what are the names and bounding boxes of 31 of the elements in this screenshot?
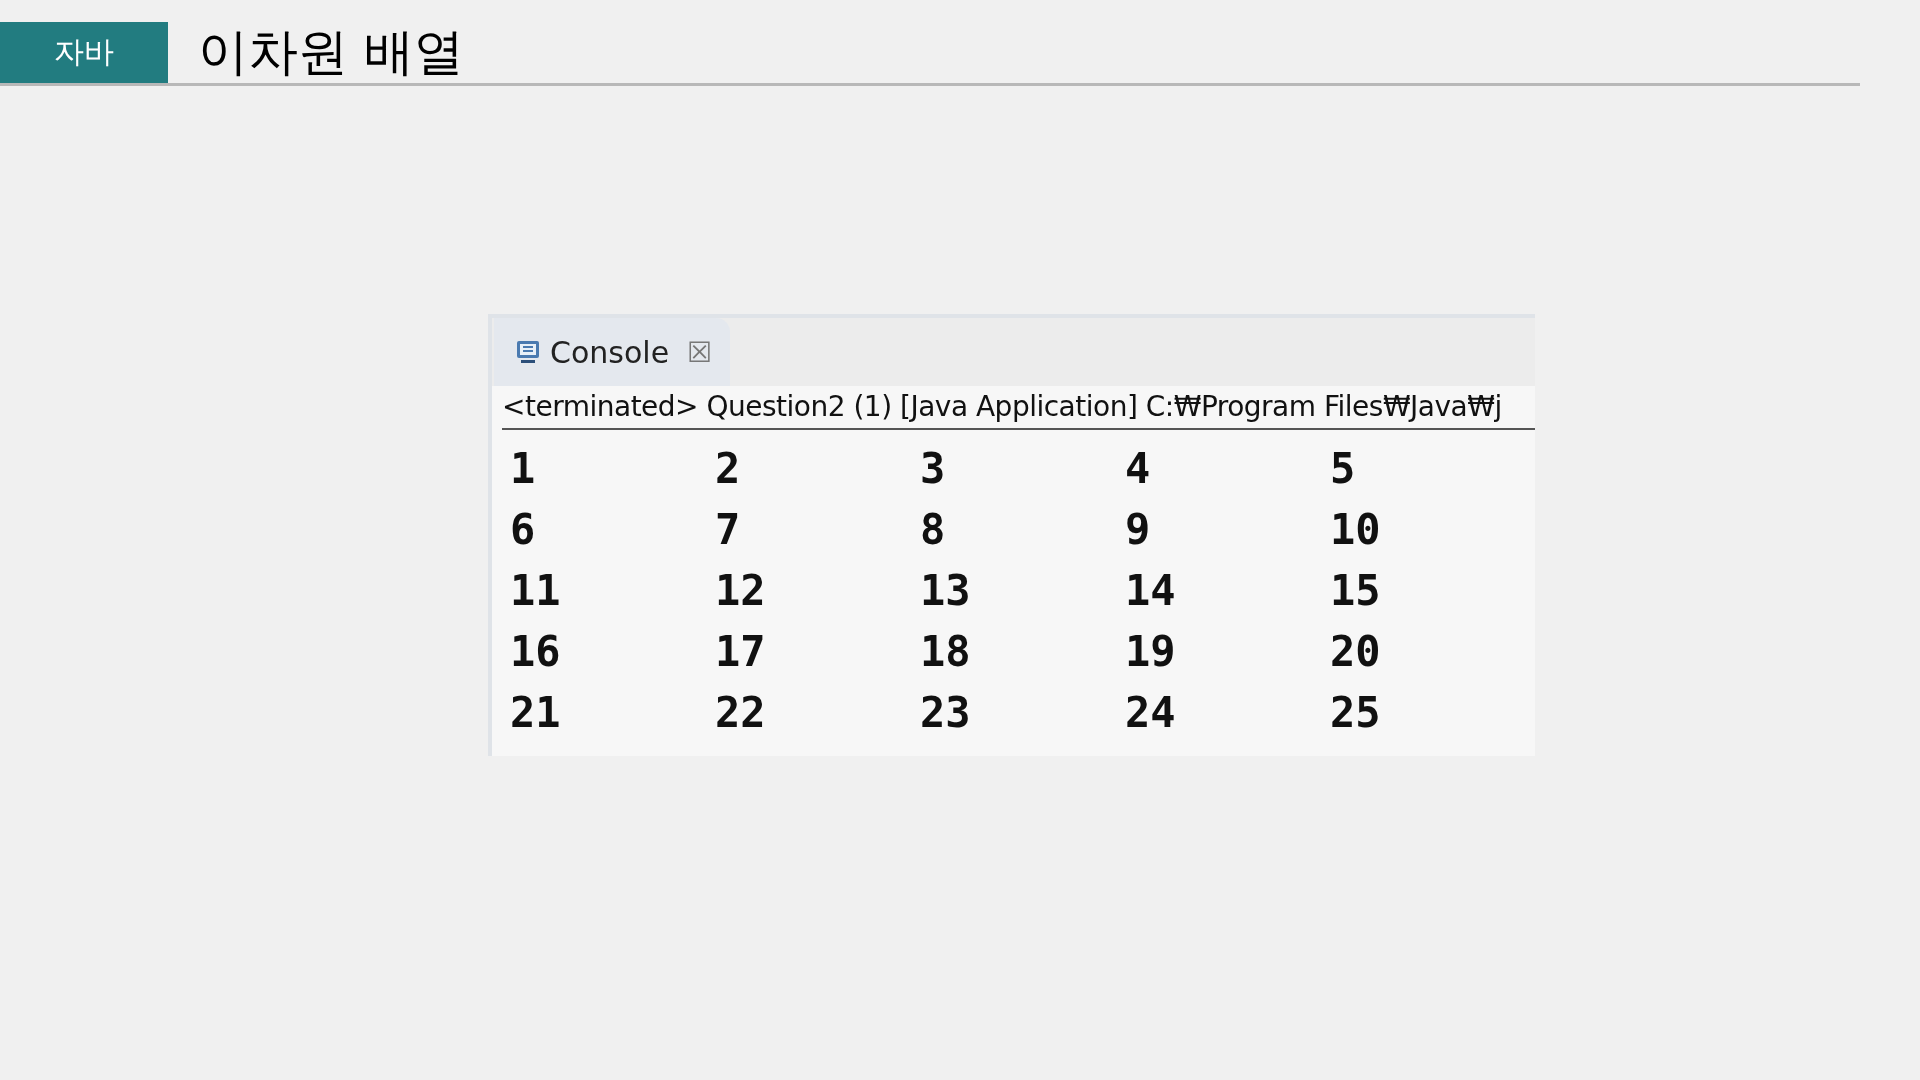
output-number: 17	[715, 627, 767, 676]
output-number: 6	[510, 505, 537, 554]
output-number: 13	[920, 566, 972, 615]
status-line: <terminated> Question2 (1) [Java Application] C:₩Program Files₩Java₩j	[502, 386, 1535, 430]
output-number: 5	[1330, 444, 1357, 493]
output-number: 23	[920, 688, 972, 737]
output-number: 25	[1330, 688, 1382, 737]
monitor-icon	[514, 338, 542, 366]
output-number: 16	[510, 627, 562, 676]
output-number: 18	[920, 627, 972, 676]
section-tag: 자바	[0, 22, 168, 83]
output-number: 22	[715, 688, 767, 737]
output-number: 4	[1125, 444, 1152, 493]
output-number: 11	[510, 566, 562, 615]
close-icon[interactable]: ☒	[687, 335, 713, 369]
output-number: 21	[510, 688, 562, 737]
output-number: 15	[1330, 566, 1382, 615]
output-number: 10	[1330, 505, 1382, 554]
output-number: 14	[1125, 566, 1177, 615]
output-number: 24	[1125, 688, 1177, 737]
slide-title: 이차원 배열	[198, 22, 464, 83]
output-number: 12	[715, 566, 767, 615]
output-number: 2	[715, 444, 742, 493]
output-number: 8	[920, 505, 947, 554]
output-number: 7	[715, 505, 742, 554]
console-tab[interactable]: Console ☒	[494, 318, 730, 386]
output-number: 20	[1330, 627, 1382, 676]
output-number: 9	[1125, 505, 1152, 554]
output-number: 3	[920, 444, 947, 493]
output-number: 1	[510, 444, 537, 493]
output-number: 19	[1125, 627, 1177, 676]
